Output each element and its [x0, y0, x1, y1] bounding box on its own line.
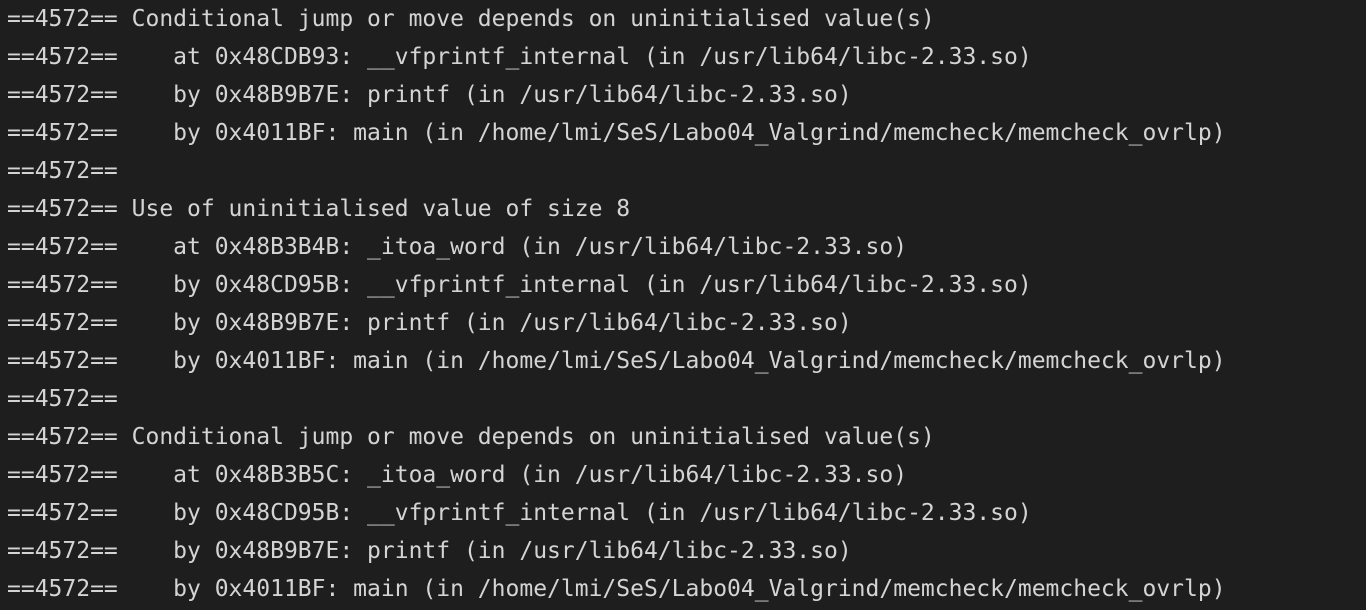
- terminal-line: ==4572== by 0x48B9B7E: printf (in /usr/l…: [7, 538, 852, 564]
- terminal-line: ==4572== by 0x48CD95B: __vfprintf_intern…: [7, 500, 1032, 526]
- terminal-line: ==4572== at 0x48B3B5C: _itoa_word (in /u…: [7, 462, 908, 488]
- terminal-line: ==4572== by 0x48CD95B: __vfprintf_intern…: [7, 272, 1032, 298]
- terminal-line: ==4572==: [7, 386, 118, 412]
- terminal-line: ==4572== by 0x4011BF: main (in /home/lmi…: [7, 576, 1226, 602]
- terminal-line: ==4572== at 0x48CDB93: __vfprintf_intern…: [7, 44, 1032, 70]
- terminal-line: ==4572== Conditional jump or move depend…: [7, 6, 935, 32]
- terminal-line: ==4572== Conditional jump or move depend…: [7, 424, 935, 450]
- terminal-line: ==4572== by 0x4011BF: main (in /home/lmi…: [7, 120, 1226, 146]
- terminal-line: ==4572== by 0x4011BF: main (in /home/lmi…: [7, 348, 1226, 374]
- terminal-line: ==4572== Use of uninitialised value of s…: [7, 196, 631, 222]
- terminal-line: ==4572== by 0x48B9B7E: printf (in /usr/l…: [7, 82, 852, 108]
- terminal-output[interactable]: ==4572== Conditional jump or move depend…: [0, 0, 1366, 610]
- terminal-line: ==4572== by 0x48B9B7E: printf (in /usr/l…: [7, 310, 852, 336]
- terminal-line: ==4572==: [7, 158, 118, 184]
- terminal-line: ==4572== at 0x48B3B4B: _itoa_word (in /u…: [7, 234, 908, 260]
